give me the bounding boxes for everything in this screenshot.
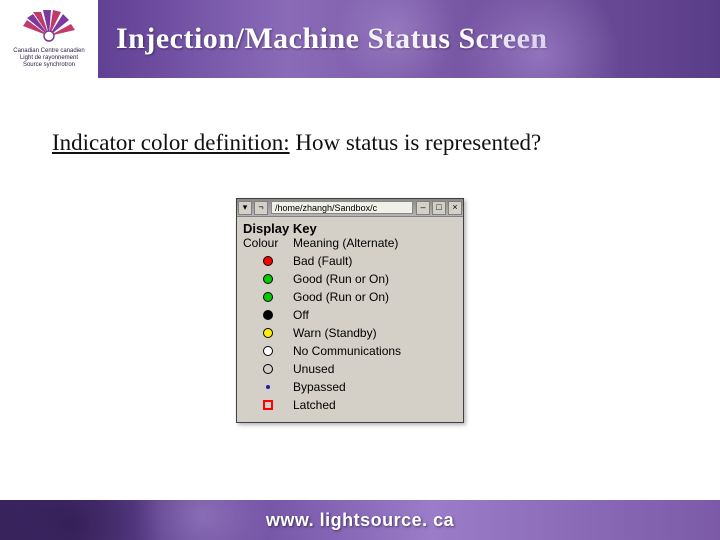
key-indicator-icon — [243, 256, 293, 266]
display-key-window: ▾ ¬ /home/zhangh/Sandbox/c – □ × Display… — [236, 198, 464, 423]
column-headers: Colour Meaning (Alternate) — [243, 236, 457, 252]
subtitle: Indicator color definition: How status i… — [52, 130, 720, 156]
window-pin-button[interactable]: ¬ — [254, 201, 268, 215]
footer-url: www. lightsource. ca — [266, 510, 454, 531]
key-row: No Communications — [243, 342, 457, 360]
key-row: Off — [243, 306, 457, 324]
key-label: Bad (Fault) — [293, 254, 352, 268]
key-label: Good (Run or On) — [293, 272, 389, 286]
minimize-button[interactable]: – — [416, 201, 430, 215]
key-indicator-icon — [243, 346, 293, 356]
window-titlebar[interactable]: ▾ ¬ /home/zhangh/Sandbox/c – □ × — [237, 199, 463, 217]
footer-band: www. lightsource. ca — [0, 500, 720, 540]
key-row: Unused — [243, 360, 457, 378]
window-menu-button[interactable]: ▾ — [238, 201, 252, 215]
logo-burst-icon — [23, 10, 75, 46]
key-row: Bypassed — [243, 378, 457, 396]
close-button[interactable]: × — [448, 201, 462, 215]
key-indicator-icon — [243, 328, 293, 338]
column-colour: Colour — [243, 236, 293, 250]
subtitle-underlined: Indicator color definition: — [52, 130, 290, 155]
key-label: No Communications — [293, 344, 401, 358]
key-indicator-icon — [243, 400, 293, 410]
key-label: Off — [293, 308, 309, 322]
key-indicator-icon — [243, 385, 293, 389]
key-indicator-icon — [243, 310, 293, 320]
key-label: Unused — [293, 362, 334, 376]
header-band: Canadian Centre canadien Light de rayonn… — [0, 0, 720, 78]
key-indicator-icon — [243, 274, 293, 284]
logo-text: Canadian Centre canadien Light de rayonn… — [13, 48, 84, 69]
column-meaning: Meaning (Alternate) — [293, 236, 398, 250]
page-title: Injection/Machine Status Screen — [116, 22, 548, 56]
key-indicator-icon — [243, 292, 293, 302]
org-logo: Canadian Centre canadien Light de rayonn… — [0, 0, 98, 78]
key-indicator-icon — [243, 364, 293, 374]
key-label: Good (Run or On) — [293, 290, 389, 304]
window-heading: Display Key — [243, 219, 457, 236]
maximize-button[interactable]: □ — [432, 201, 446, 215]
key-label: Warn (Standby) — [293, 326, 377, 340]
key-row: Good (Run or On) — [243, 270, 457, 288]
key-row: Latched — [243, 396, 457, 414]
key-label: Bypassed — [293, 380, 346, 394]
key-row: Bad (Fault) — [243, 252, 457, 270]
window-body: Display Key Colour Meaning (Alternate) B… — [237, 217, 463, 422]
window-path: /home/zhangh/Sandbox/c — [271, 201, 413, 214]
subtitle-rest: How status is represented? — [290, 130, 542, 155]
key-row: Good (Run or On) — [243, 288, 457, 306]
key-row: Warn (Standby) — [243, 324, 457, 342]
key-label: Latched — [293, 398, 336, 412]
